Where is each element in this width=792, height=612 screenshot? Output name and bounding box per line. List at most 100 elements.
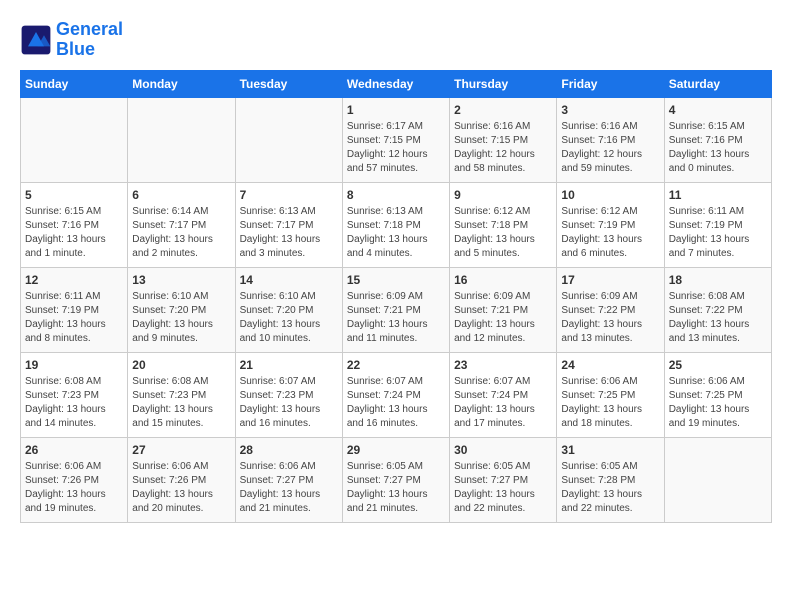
logo-icon [20,24,52,56]
day-content: Sunrise: 6:09 AM Sunset: 7:21 PM Dayligh… [454,290,552,346]
weekday-header: Monday [128,70,235,97]
calendar-week-row: 1Sunrise: 6:17 AM Sunset: 7:15 PM Daylig… [21,97,772,182]
day-content: Sunrise: 6:09 AM Sunset: 7:22 PM Dayligh… [561,290,659,346]
day-number: 31 [561,442,659,459]
calendar-cell: 14Sunrise: 6:10 AM Sunset: 7:20 PM Dayli… [235,267,342,352]
calendar-week-row: 12Sunrise: 6:11 AM Sunset: 7:19 PM Dayli… [21,267,772,352]
day-number: 13 [132,272,230,289]
day-number: 20 [132,357,230,374]
calendar-cell: 9Sunrise: 6:12 AM Sunset: 7:18 PM Daylig… [450,182,557,267]
day-content: Sunrise: 6:08 AM Sunset: 7:23 PM Dayligh… [132,375,230,431]
day-number: 10 [561,187,659,204]
weekday-header: Sunday [21,70,128,97]
calendar-cell: 3Sunrise: 6:16 AM Sunset: 7:16 PM Daylig… [557,97,664,182]
day-number: 28 [240,442,338,459]
calendar-cell: 24Sunrise: 6:06 AM Sunset: 7:25 PM Dayli… [557,352,664,437]
day-number: 29 [347,442,445,459]
day-number: 18 [669,272,767,289]
day-number: 12 [25,272,123,289]
calendar-cell: 5Sunrise: 6:15 AM Sunset: 7:16 PM Daylig… [21,182,128,267]
day-content: Sunrise: 6:13 AM Sunset: 7:18 PM Dayligh… [347,205,445,261]
weekday-header: Friday [557,70,664,97]
day-content: Sunrise: 6:17 AM Sunset: 7:15 PM Dayligh… [347,120,445,176]
day-number: 9 [454,187,552,204]
day-content: Sunrise: 6:07 AM Sunset: 7:23 PM Dayligh… [240,375,338,431]
calendar-cell: 27Sunrise: 6:06 AM Sunset: 7:26 PM Dayli… [128,437,235,522]
day-number: 21 [240,357,338,374]
calendar-cell [664,437,771,522]
calendar-cell: 29Sunrise: 6:05 AM Sunset: 7:27 PM Dayli… [342,437,449,522]
day-content: Sunrise: 6:12 AM Sunset: 7:18 PM Dayligh… [454,205,552,261]
calendar-cell [235,97,342,182]
calendar-cell: 17Sunrise: 6:09 AM Sunset: 7:22 PM Dayli… [557,267,664,352]
weekday-header: Saturday [664,70,771,97]
calendar-cell: 13Sunrise: 6:10 AM Sunset: 7:20 PM Dayli… [128,267,235,352]
calendar-cell: 2Sunrise: 6:16 AM Sunset: 7:15 PM Daylig… [450,97,557,182]
calendar-cell: 19Sunrise: 6:08 AM Sunset: 7:23 PM Dayli… [21,352,128,437]
day-number: 17 [561,272,659,289]
day-number: 4 [669,102,767,119]
calendar-week-row: 5Sunrise: 6:15 AM Sunset: 7:16 PM Daylig… [21,182,772,267]
calendar-cell: 6Sunrise: 6:14 AM Sunset: 7:17 PM Daylig… [128,182,235,267]
logo-text: General Blue [56,20,123,60]
day-number: 19 [25,357,123,374]
day-number: 16 [454,272,552,289]
logo: General Blue [20,20,123,60]
day-content: Sunrise: 6:08 AM Sunset: 7:23 PM Dayligh… [25,375,123,431]
day-content: Sunrise: 6:05 AM Sunset: 7:27 PM Dayligh… [454,460,552,516]
calendar-cell: 21Sunrise: 6:07 AM Sunset: 7:23 PM Dayli… [235,352,342,437]
day-number: 23 [454,357,552,374]
calendar-cell: 18Sunrise: 6:08 AM Sunset: 7:22 PM Dayli… [664,267,771,352]
calendar-cell: 11Sunrise: 6:11 AM Sunset: 7:19 PM Dayli… [664,182,771,267]
day-content: Sunrise: 6:08 AM Sunset: 7:22 PM Dayligh… [669,290,767,346]
day-content: Sunrise: 6:05 AM Sunset: 7:28 PM Dayligh… [561,460,659,516]
calendar-cell [21,97,128,182]
day-content: Sunrise: 6:06 AM Sunset: 7:27 PM Dayligh… [240,460,338,516]
calendar-cell: 7Sunrise: 6:13 AM Sunset: 7:17 PM Daylig… [235,182,342,267]
day-number: 15 [347,272,445,289]
header: General Blue [20,20,772,60]
calendar-cell: 26Sunrise: 6:06 AM Sunset: 7:26 PM Dayli… [21,437,128,522]
weekday-header: Thursday [450,70,557,97]
calendar-cell: 25Sunrise: 6:06 AM Sunset: 7:25 PM Dayli… [664,352,771,437]
day-content: Sunrise: 6:10 AM Sunset: 7:20 PM Dayligh… [132,290,230,346]
day-number: 1 [347,102,445,119]
day-number: 27 [132,442,230,459]
calendar-cell: 22Sunrise: 6:07 AM Sunset: 7:24 PM Dayli… [342,352,449,437]
calendar-cell: 31Sunrise: 6:05 AM Sunset: 7:28 PM Dayli… [557,437,664,522]
day-number: 6 [132,187,230,204]
calendar-week-row: 26Sunrise: 6:06 AM Sunset: 7:26 PM Dayli… [21,437,772,522]
day-content: Sunrise: 6:07 AM Sunset: 7:24 PM Dayligh… [347,375,445,431]
weekday-header: Wednesday [342,70,449,97]
calendar-cell: 23Sunrise: 6:07 AM Sunset: 7:24 PM Dayli… [450,352,557,437]
day-content: Sunrise: 6:13 AM Sunset: 7:17 PM Dayligh… [240,205,338,261]
day-content: Sunrise: 6:06 AM Sunset: 7:26 PM Dayligh… [25,460,123,516]
day-content: Sunrise: 6:10 AM Sunset: 7:20 PM Dayligh… [240,290,338,346]
day-number: 2 [454,102,552,119]
day-content: Sunrise: 6:06 AM Sunset: 7:25 PM Dayligh… [561,375,659,431]
calendar-cell: 1Sunrise: 6:17 AM Sunset: 7:15 PM Daylig… [342,97,449,182]
weekday-header-row: SundayMondayTuesdayWednesdayThursdayFrid… [21,70,772,97]
day-number: 5 [25,187,123,204]
day-number: 8 [347,187,445,204]
day-content: Sunrise: 6:12 AM Sunset: 7:19 PM Dayligh… [561,205,659,261]
calendar-cell: 12Sunrise: 6:11 AM Sunset: 7:19 PM Dayli… [21,267,128,352]
day-content: Sunrise: 6:06 AM Sunset: 7:25 PM Dayligh… [669,375,767,431]
calendar-cell [128,97,235,182]
calendar-cell: 16Sunrise: 6:09 AM Sunset: 7:21 PM Dayli… [450,267,557,352]
calendar-week-row: 19Sunrise: 6:08 AM Sunset: 7:23 PM Dayli… [21,352,772,437]
day-content: Sunrise: 6:15 AM Sunset: 7:16 PM Dayligh… [25,205,123,261]
weekday-header: Tuesday [235,70,342,97]
day-content: Sunrise: 6:16 AM Sunset: 7:15 PM Dayligh… [454,120,552,176]
day-content: Sunrise: 6:09 AM Sunset: 7:21 PM Dayligh… [347,290,445,346]
calendar-cell: 28Sunrise: 6:06 AM Sunset: 7:27 PM Dayli… [235,437,342,522]
day-content: Sunrise: 6:06 AM Sunset: 7:26 PM Dayligh… [132,460,230,516]
calendar-cell: 8Sunrise: 6:13 AM Sunset: 7:18 PM Daylig… [342,182,449,267]
day-content: Sunrise: 6:15 AM Sunset: 7:16 PM Dayligh… [669,120,767,176]
day-number: 30 [454,442,552,459]
day-content: Sunrise: 6:05 AM Sunset: 7:27 PM Dayligh… [347,460,445,516]
day-number: 22 [347,357,445,374]
calendar-table: SundayMondayTuesdayWednesdayThursdayFrid… [20,70,772,523]
calendar-cell: 15Sunrise: 6:09 AM Sunset: 7:21 PM Dayli… [342,267,449,352]
calendar-cell: 4Sunrise: 6:15 AM Sunset: 7:16 PM Daylig… [664,97,771,182]
